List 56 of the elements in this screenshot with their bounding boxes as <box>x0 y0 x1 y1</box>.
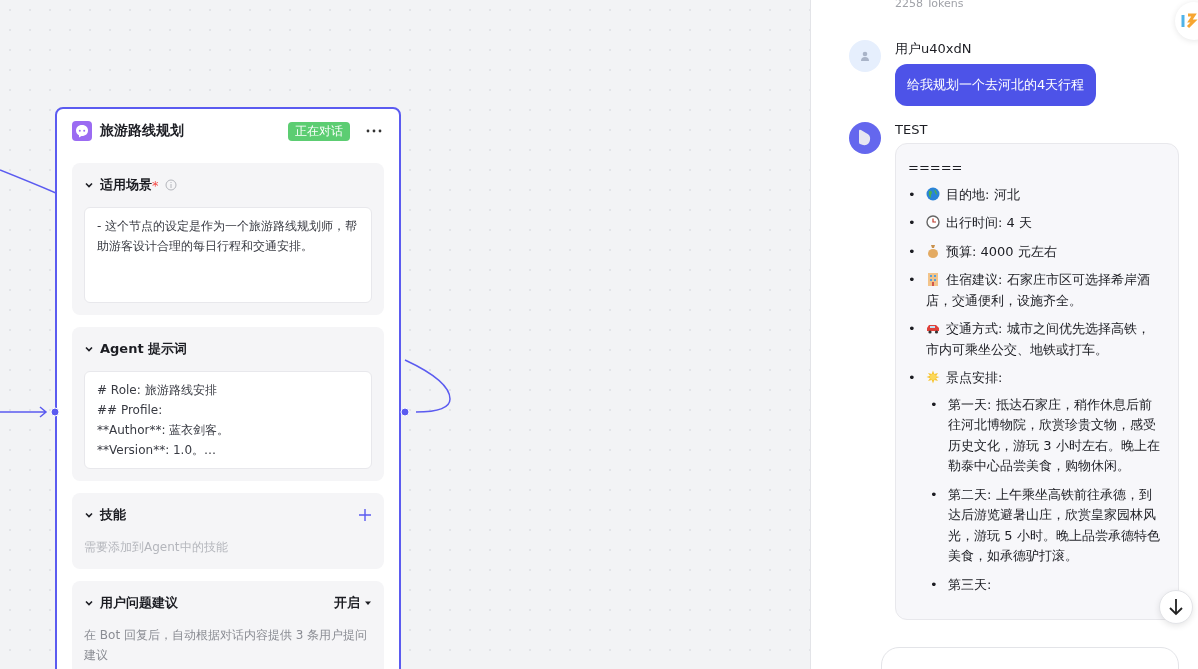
list-item-text: 出行时间: 4 天 <box>926 215 1032 230</box>
bullet: • <box>908 214 917 232</box>
suggestion-hint: 在 Bot 回复后，自动根据对话内容提供 3 条用户提问建议 <box>84 627 369 664</box>
list-item-text: 景点安排: <box>926 370 1003 385</box>
clock-icon <box>926 215 940 229</box>
arrow-connector <box>0 404 50 420</box>
input-handle[interactable] <box>50 407 60 417</box>
bot-name: TEST <box>895 122 928 137</box>
output-handle[interactable] <box>400 407 410 417</box>
bullet: • <box>930 485 939 504</box>
sun-icon <box>926 370 940 384</box>
list-item-text: 交通方式: 城市之间优先选择高铁，市内可乘坐公交、地铁或打车。 <box>926 321 1150 357</box>
bullet: • <box>930 575 939 594</box>
user-message: 给我规划一个去河北的4天行程 <box>895 64 1097 106</box>
add-button[interactable] <box>358 508 372 522</box>
chevron-icon[interactable] <box>84 180 94 190</box>
required-mark: * <box>152 177 159 193</box>
bullet: • <box>930 395 939 414</box>
prompt-text-area[interactable]: # Role: 旅游路线安排 ## Profile: **Author**: 蓝衣剑客。 **Version**: 1.0。… <box>84 371 372 469</box>
list-item-text: 第一天: 抵达石家庄，稍作休息后前往河北博物院，欣赏珍贵文物，感受历史文化，游玩 3 小时左右。晚上在勒泰中心品尝美食，购物休闲。 <box>948 396 1160 473</box>
bot-avatar <box>849 122 881 154</box>
skills-hint: 需要添加到Agent中的技能 <box>84 539 229 556</box>
bullet: • <box>908 242 917 261</box>
list-item-text: 第二天: 上午乘坐高铁前往承德，到达后游览避暑山庄，欣赏皇家园林风光，游玩 5 小时。晚上品尝承德特色美食，如承德驴打滚。 <box>948 486 1160 563</box>
bullet: • <box>908 320 917 338</box>
chevron-icon[interactable] <box>84 510 94 520</box>
building-icon <box>926 272 940 286</box>
globe-icon <box>926 186 940 201</box>
caret-icon <box>364 599 372 607</box>
section-title: 适用场景 <box>100 176 152 194</box>
status-badge: 正在对话 <box>288 121 350 141</box>
divider-text: ===== <box>908 159 964 177</box>
node-title: 旅游路线规划 <box>100 122 185 140</box>
user-avatar <box>849 40 881 72</box>
section-title: 用户问题建议 <box>100 594 178 612</box>
suggestion-dropdown[interactable]: 开启 <box>334 594 372 612</box>
agent-node-card[interactable]: 旅游路线规划 正在对话 适用场景* - 这个节点的设定是作为一个旅游路线规划师，帮助游客设计合理的每日行程和交通安排。 Agent 提示词 # Role: 旅游路线安排 ## Profile: **Author**: 蓝衣剑客。 **Version**: 1.0。… 技能 需要添加到Agent中的技能 用户问题建议 开启 在 Bot 回复后，自动根据对话内容提供 3 条用户提问建议 <box>55 107 401 669</box>
arrow-down-icon <box>1168 598 1184 616</box>
bullet: • <box>908 185 917 204</box>
connector-line <box>404 359 454 415</box>
scenario-text-area[interactable]: - 这个节点的设定是作为一个旅游路线规划师，帮助游客设计合理的每日行程和交通安排。 <box>84 207 372 303</box>
list-item-text: 目的地: 河北 <box>926 186 1020 202</box>
section-title: Agent 提示词 <box>100 340 188 358</box>
bullet: • <box>908 369 917 387</box>
money-bag-icon <box>926 243 940 258</box>
list-item-text: 第三天: <box>948 576 992 592</box>
scroll-down-button[interactable] <box>1159 590 1193 624</box>
user-name: 用户u40xdN <box>895 40 972 58</box>
list-item-text: 预算: 4000 元左右 <box>926 243 1057 259</box>
bullet: • <box>908 271 917 289</box>
section-title: 技能 <box>100 506 126 524</box>
chevron-icon[interactable] <box>84 598 94 608</box>
chevron-icon[interactable] <box>84 344 94 354</box>
list-item-text: 住宿建议: 石家庄市区可选择希岸酒店，交通便利，设施齐全。 <box>926 272 1150 308</box>
plus-icon <box>358 508 372 522</box>
chat-bubble-icon <box>72 121 92 141</box>
